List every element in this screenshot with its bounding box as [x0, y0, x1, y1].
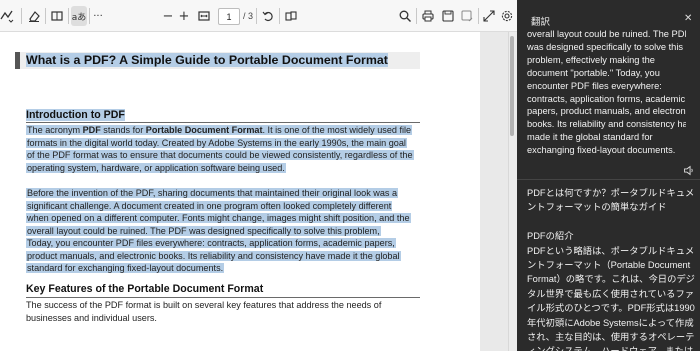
save-as-icon[interactable] [459, 6, 475, 26]
pdf-viewer-window: aあ ··· − + 1 / 3 What is a PDF? A Simple… [0, 0, 700, 351]
panel-scrollbar-thumb[interactable] [510, 36, 514, 136]
paragraph-line: standard for exchanging fixed-layout doc… [26, 263, 225, 274]
page-total: / 3 [243, 11, 254, 21]
translation-line [527, 215, 695, 229]
source-text: overall layout could be ruined. The PDF w… [527, 28, 686, 158]
paragraph-line: operating system, hardware, or applicati… [26, 162, 286, 173]
source-line: exchanging fixed-layout documents. [527, 145, 676, 156]
translation-line: ィングシステム、ハードウェア、または [527, 344, 695, 351]
save-icon[interactable] [440, 6, 456, 26]
paragraph-line: of the PDF format was to ensure that doc… [26, 150, 414, 161]
paragraph-line: when opened on a different computer. Fon… [26, 213, 411, 224]
toolbar-divider [478, 8, 479, 24]
source-line: made it the global standard for [527, 132, 653, 143]
zoom-in-button[interactable]: + [178, 6, 190, 26]
settings-icon[interactable] [499, 6, 515, 26]
paragraph-line: overall layout could be ruined. The PDF … [26, 225, 381, 236]
source-line: problem, effectively making the [527, 54, 655, 65]
paragraph: The acronym PDF stands for Portable Docu… [26, 124, 426, 174]
expand-icon[interactable] [481, 6, 497, 26]
toolbar-divider [256, 8, 257, 24]
translation-line: ントフォーマット（Portable Document [527, 260, 691, 271]
paragraph: The success of the PDF format is built o… [26, 299, 426, 324]
paragraph: Today, you encounter PDF files everywher… [26, 237, 426, 275]
source-line: was designed specifically to solve this [527, 41, 684, 52]
paragraph-line: The success of the PDF format is built o… [26, 300, 382, 310]
panel-divider [517, 179, 700, 180]
translation-line: 年代初頭にAdobe Systemsによって作成 [527, 317, 694, 328]
heading-rule [26, 297, 420, 298]
source-line: encounter PDF files everywhere: [527, 80, 662, 91]
toolbar-divider [89, 8, 90, 24]
eraser-icon[interactable] [26, 6, 42, 26]
rotate-icon[interactable] [260, 6, 276, 26]
translation-line: イル形式のひとつです。PDF形式は1990 [527, 303, 695, 314]
paragraph-line: formats in the digital world today. Crea… [26, 137, 407, 148]
paragraph-line: Today, you encounter PDF files everywher… [26, 238, 396, 248]
source-line: document "portable." Today, you [527, 67, 660, 78]
source-line: books. Its reliability and consistency h… [527, 119, 686, 130]
section-heading: Key Features of the Portable Document Fo… [26, 283, 264, 295]
draw-icon[interactable] [0, 6, 14, 26]
pdf-toolbar: aあ ··· − + 1 / 3 [0, 0, 517, 32]
paragraph-line: significant challenge. A document create… [26, 200, 393, 211]
translation-line: PDFの紹介 [527, 231, 574, 242]
paragraph-line: The acronym PDF stands for Portable Docu… [26, 125, 413, 135]
translation-line: タル世界で最も広く使用されているファ [527, 288, 695, 299]
panel-title: 翻訳 [531, 17, 551, 28]
translation-line: PDFという略語は、ポータブルドキュメ [527, 245, 695, 256]
two-page-view-icon[interactable] [283, 6, 299, 26]
fit-page-icon[interactable] [196, 6, 212, 26]
document-title: What is a PDF? A Simple Guide to Portabl… [26, 53, 388, 67]
translation-line: PDFとは何ですか？ポータブルドキュメ [527, 188, 695, 198]
read-aloud-button[interactable]: aあ [71, 6, 87, 26]
toolbar-divider [416, 8, 417, 24]
close-icon[interactable]: ✕ [684, 13, 692, 24]
print-icon[interactable] [420, 6, 436, 26]
translated-text: PDFとは何ですか？ポータブルドキュメ ントフォーマットの簡単なガイド PDFの紹… [527, 186, 695, 351]
heading-rule [26, 122, 420, 123]
toolbar-divider [68, 8, 69, 24]
toolbar-divider [45, 8, 46, 24]
toolbar-divider [279, 8, 280, 24]
source-line: overall layout could be ruined. The PDF [527, 29, 686, 39]
page-number-input[interactable]: 1 [218, 8, 240, 25]
source-line: contracts, application forms, academic [527, 93, 686, 104]
paragraph-line: businesses and individual users. [26, 312, 157, 323]
translation-line: され、主な目的は、使用するオペレーテ [527, 332, 695, 343]
toolbar-divider [21, 8, 22, 24]
more-options-button[interactable]: ··· [92, 6, 104, 26]
section-heading: Introduction to PDF [26, 109, 125, 121]
paragraph-line: Before the invention of the PDF, sharing… [26, 188, 399, 198]
title-accent-bar [15, 52, 20, 69]
search-icon[interactable] [397, 6, 413, 26]
translation-line: ントフォーマットの簡単なガイド [527, 202, 667, 213]
page-view-icon[interactable] [49, 6, 65, 26]
zoom-out-button[interactable]: − [162, 6, 174, 26]
paragraph-line: product manuals, and electronic books. I… [26, 250, 401, 261]
translation-line: Format）の略です。これは、今日のデジ [527, 274, 695, 285]
source-line: papers, product manuals, and electronic [527, 106, 686, 117]
